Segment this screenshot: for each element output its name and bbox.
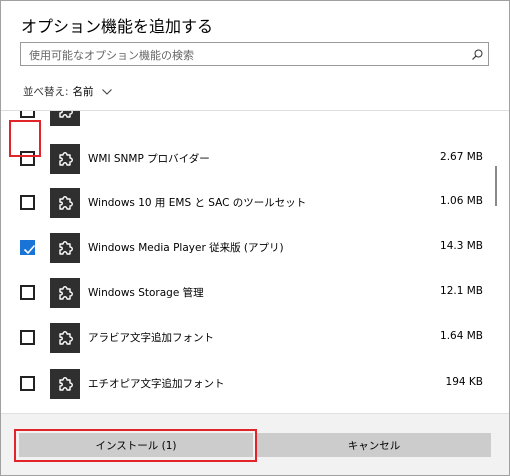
feature-list: WMI SNMP プロバイダー 2.67 MB Windows 10 用 EMS と… bbox=[1, 111, 509, 414]
feature-row[interactable]: Windows 10 用 EMS と SAC のツールセット 1.06 MB bbox=[1, 181, 483, 226]
checkbox[interactable] bbox=[20, 151, 35, 166]
checkbox[interactable] bbox=[20, 285, 35, 300]
feature-row[interactable]: Windows Storage 管理 12.1 MB bbox=[1, 271, 483, 316]
puzzle-icon bbox=[50, 233, 80, 263]
feature-name: Windows Media Player 従来版 (アプリ) bbox=[88, 242, 284, 254]
sort-control[interactable]: 並べ替え: 名前 bbox=[23, 84, 112, 99]
feature-size: 194 KB bbox=[445, 376, 483, 388]
feature-name: Windows 10 用 EMS と SAC のツールセット bbox=[88, 197, 307, 209]
checkbox[interactable] bbox=[20, 376, 35, 391]
cancel-button[interactable]: キャンセル bbox=[257, 433, 491, 457]
install-button[interactable]: インストール (1) bbox=[19, 433, 253, 457]
feature-size: 2.67 MB bbox=[440, 151, 483, 163]
sort-value: 名前 bbox=[72, 86, 94, 98]
search-icon[interactable] bbox=[470, 47, 484, 61]
feature-name: アラビア文字追加フォント bbox=[88, 332, 214, 344]
feature-row[interactable]: Windows Media Player 従来版 (アプリ) 14.3 MB bbox=[1, 226, 483, 271]
search-placeholder: 使用可能なオプション機能の検索 bbox=[29, 49, 194, 62]
feature-size: 12.1 MB bbox=[440, 285, 483, 297]
feature-row[interactable] bbox=[1, 111, 481, 134]
puzzle-icon bbox=[50, 188, 80, 218]
feature-name: WMI SNMP プロバイダー bbox=[88, 153, 210, 165]
feature-size: 14.3 MB bbox=[440, 240, 483, 252]
dialog-title: オプション機能を追加する bbox=[21, 17, 214, 36]
checkbox-checked[interactable] bbox=[20, 240, 36, 255]
feature-size: 1.06 MB bbox=[440, 195, 483, 207]
puzzle-icon bbox=[50, 323, 80, 353]
chevron-down-icon bbox=[101, 88, 112, 95]
checkbox[interactable] bbox=[20, 111, 35, 118]
puzzle-icon bbox=[50, 111, 80, 126]
checkbox[interactable] bbox=[20, 195, 35, 210]
feature-row[interactable]: WMI SNMP プロバイダー 2.67 MB bbox=[1, 137, 483, 182]
sort-label: 並べ替え: bbox=[23, 86, 69, 98]
feature-name: Windows Storage 管理 bbox=[88, 287, 204, 299]
list-scrollbar[interactable] bbox=[495, 166, 497, 206]
puzzle-icon bbox=[50, 278, 80, 308]
puzzle-icon bbox=[50, 144, 80, 174]
puzzle-icon bbox=[50, 369, 80, 399]
checkbox[interactable] bbox=[20, 330, 35, 345]
add-optional-feature-dialog: オプション機能を追加する 使用可能なオプション機能の検索 並べ替え: 名前 WM… bbox=[0, 0, 510, 476]
feature-size: 1.64 MB bbox=[440, 330, 483, 342]
feature-name: エチオピア文字追加フォント bbox=[88, 378, 225, 390]
feature-row[interactable]: エチオピア文字追加フォント 194 KB bbox=[1, 362, 483, 407]
checkmark-icon bbox=[23, 244, 36, 255]
search-field[interactable]: 使用可能なオプション機能の検索 bbox=[20, 42, 489, 66]
feature-row[interactable]: アラビア文字追加フォント 1.64 MB bbox=[1, 316, 483, 361]
